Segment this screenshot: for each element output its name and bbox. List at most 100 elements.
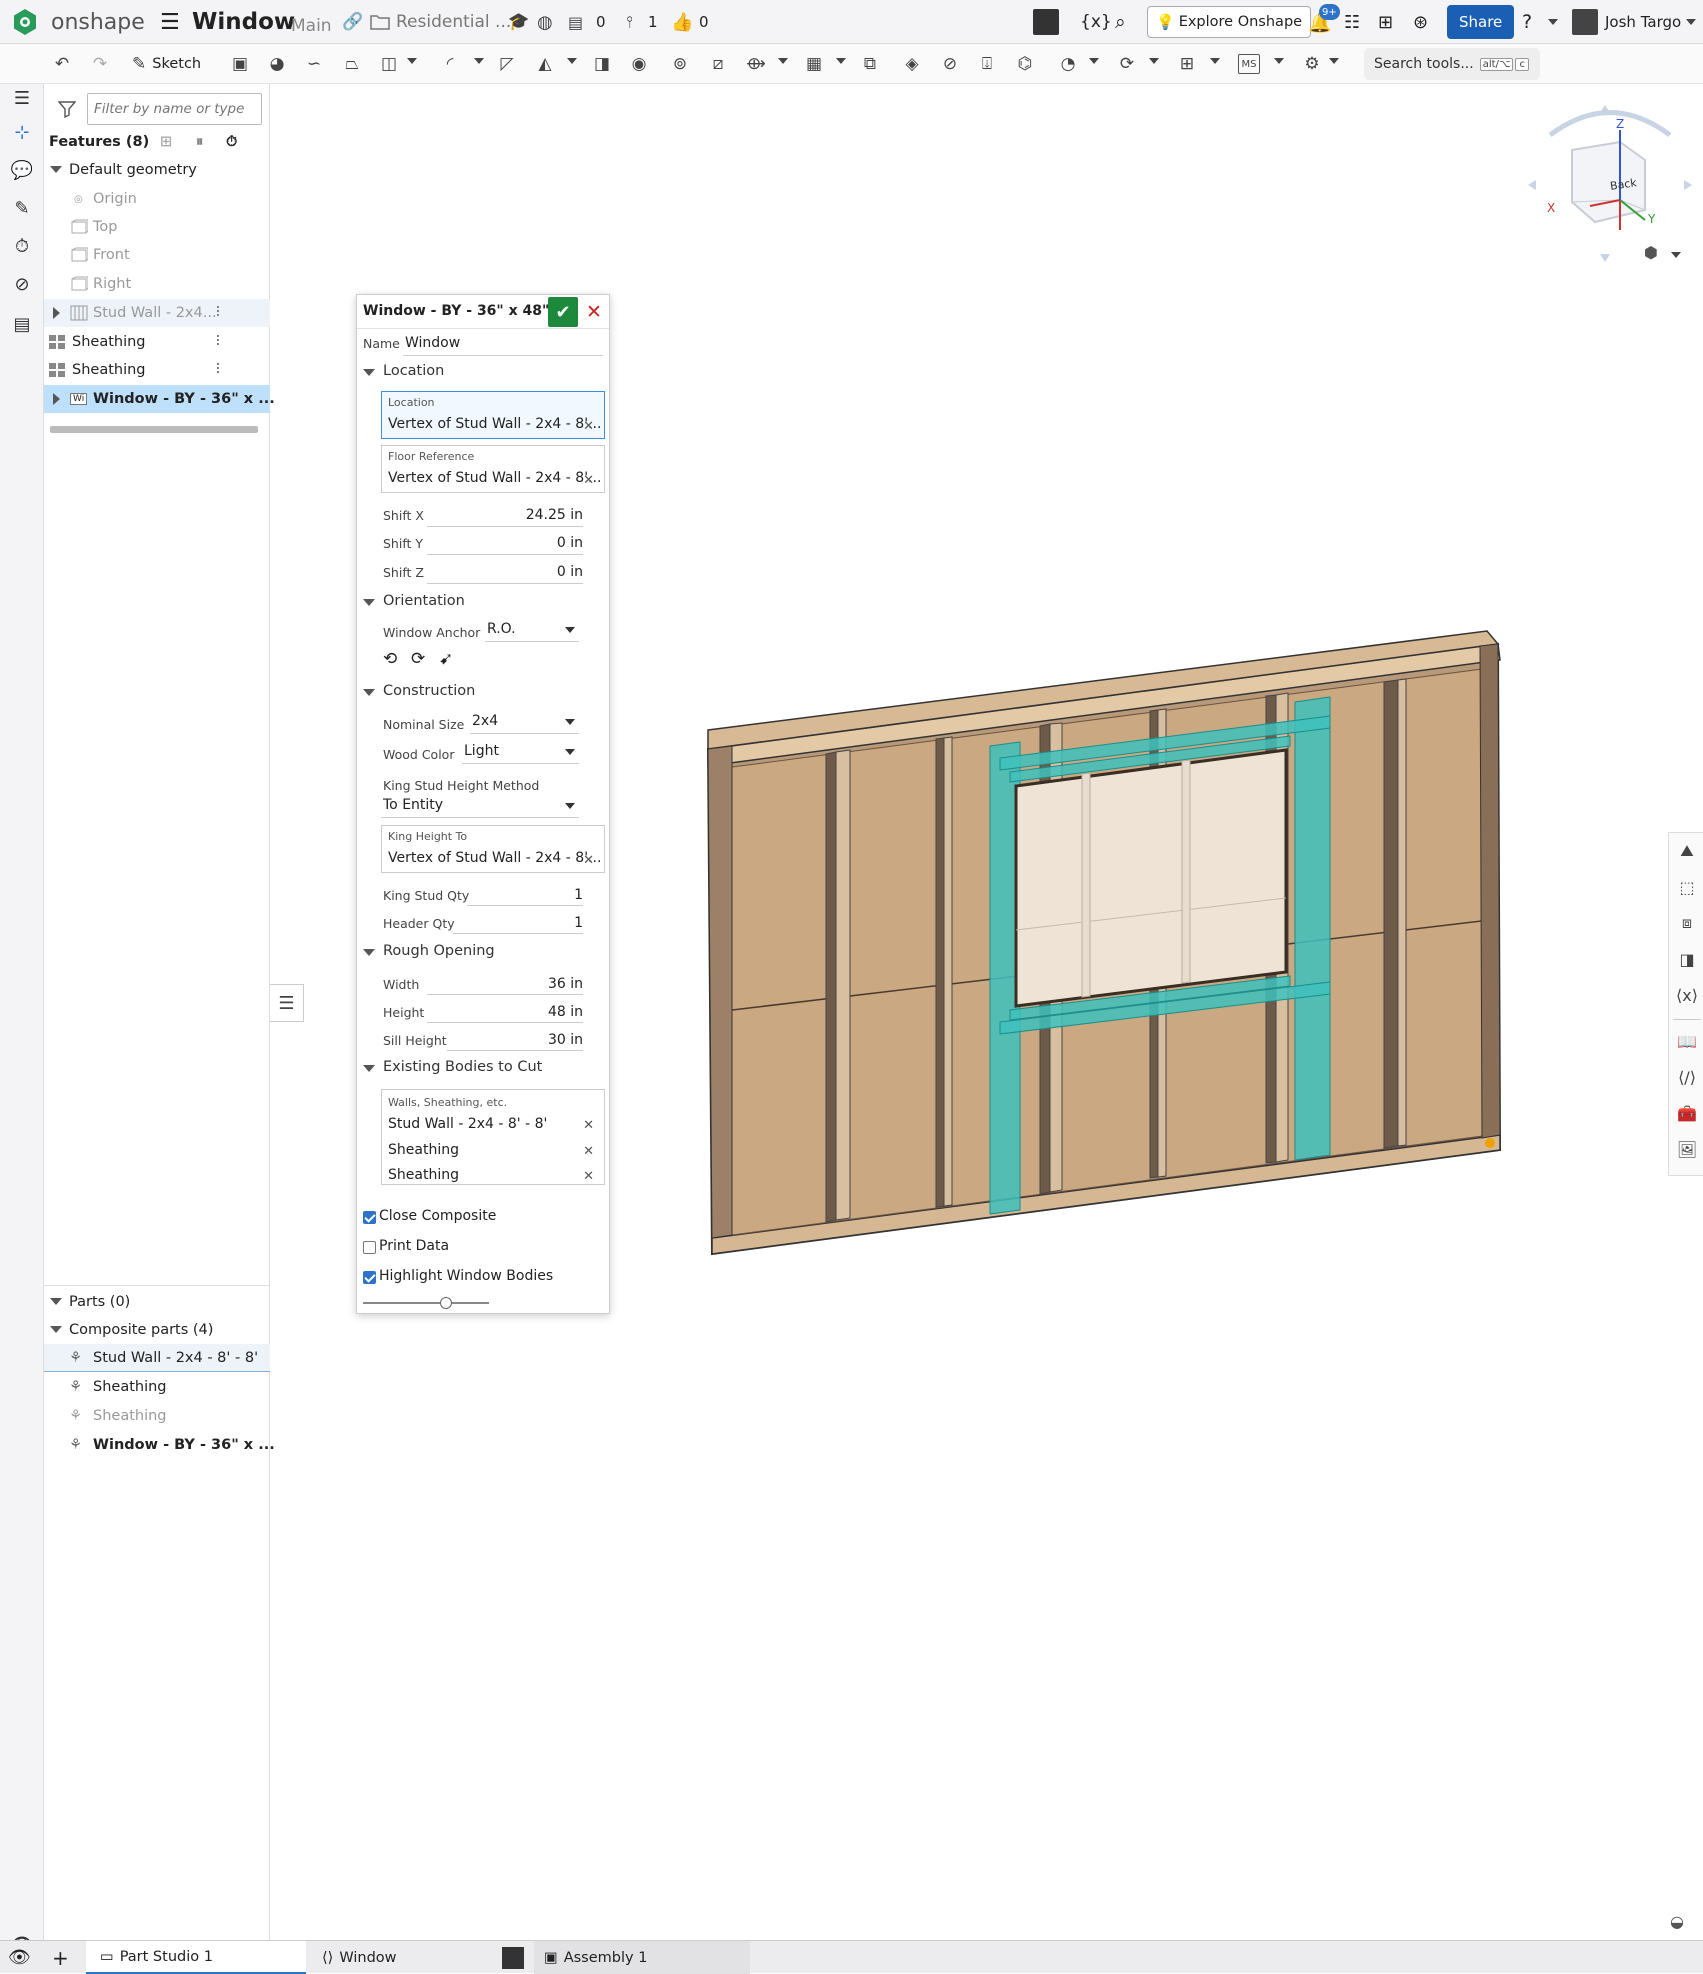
view-cube[interactable]: Back Z X Y	[1520, 100, 1700, 270]
mass-properties-icon[interactable]: ⧈	[1675, 911, 1699, 935]
expand-icon[interactable]	[53, 307, 60, 319]
plane-row[interactable]: Front	[44, 241, 270, 269]
query-item[interactable]: Sheathing	[388, 1167, 459, 1183]
branch-icon[interactable]: ⫯	[626, 0, 633, 44]
transform-icon[interactable]: ⟴	[744, 52, 768, 76]
print-data-checkbox[interactable]	[363, 1241, 376, 1254]
draft-icon[interactable]: ◭	[533, 52, 557, 76]
feature-row-sheathing[interactable]: Sheathing ⫶	[44, 328, 270, 356]
render-studio-icon[interactable]: 🖼	[1675, 1137, 1699, 1161]
education-icon[interactable]: 🎓	[508, 0, 529, 44]
view-options-cube-icon[interactable]: ⬢	[1644, 243, 1658, 262]
tab-assembly-1[interactable]: ▣ Assembly 1	[534, 1941, 750, 1974]
rotate-right-icon[interactable]	[1684, 180, 1692, 190]
suppress-dot-icon[interactable]: ⫶	[216, 305, 220, 321]
composite-part-row[interactable]: ⚘ Window - BY - 36" x ...	[44, 1431, 275, 1459]
remove-selection-icon[interactable]: ✕	[583, 853, 594, 868]
king-stud-qty-input[interactable]: 1	[574, 887, 583, 903]
surface-dropdown-icon[interactable]	[1089, 58, 1099, 64]
remove-selection-icon[interactable]: ✕	[583, 1118, 594, 1133]
window-anchor-select[interactable]: R.O.	[487, 621, 516, 637]
rough-opening-section-header[interactable]: Rough Opening	[357, 941, 609, 965]
transform-dropdown-icon[interactable]	[778, 58, 788, 64]
bom-icon[interactable]: ▤	[8, 310, 36, 338]
add-folder-icon[interactable]: ⊞	[160, 134, 172, 150]
suppress-dot-icon[interactable]: ⫶	[216, 334, 220, 350]
dropdown-chevron-icon[interactable]	[565, 803, 575, 809]
plane-row[interactable]: Top	[44, 213, 270, 241]
plane-icon[interactable]: ◈	[900, 52, 924, 76]
sheet-metal-icon[interactable]: ⌬	[1013, 52, 1037, 76]
link-icon[interactable]: 🔗	[342, 0, 363, 44]
feature-row-window[interactable]: Wi Window - BY - 36" x ...	[44, 385, 275, 413]
cancel-close-icon[interactable]: ✕	[582, 297, 606, 327]
plane-row[interactable]: Right	[44, 270, 270, 298]
sill-height-input[interactable]: 30 in	[548, 1032, 583, 1048]
explore-onshape-button[interactable]: 💡 Explore Onshape	[1147, 6, 1312, 38]
versions-icon[interactable]: ▤	[568, 0, 583, 44]
section-view-icon[interactable]: ◨	[1675, 947, 1699, 971]
composite-part-row[interactable]: ⚘ Sheathing	[44, 1373, 270, 1401]
feature-list-icon[interactable]: ☰	[8, 84, 36, 112]
add-tab-icon[interactable]: +	[52, 1941, 69, 1974]
king-height-query-box[interactable]: King Height To Vertex of Stud Wall - 2x4…	[381, 825, 605, 873]
boolean-icon[interactable]: ⊚	[668, 52, 692, 76]
composite-part-row[interactable]: ⚘ Sheathing	[44, 1402, 270, 1430]
split-icon[interactable]: ⧄	[706, 52, 730, 76]
collapse-icon[interactable]	[363, 949, 375, 956]
feature-row-stud-wall[interactable]: Stud Wall - 2x4... ⫶	[44, 299, 270, 327]
origin-row[interactable]: ◎ Origin	[44, 185, 270, 213]
measure-icon[interactable]: ⬚	[1675, 875, 1699, 899]
height-input[interactable]: 48 in	[548, 1004, 583, 1020]
query-item[interactable]: Stud Wall - 2x4 - 8' - 8'	[388, 1116, 547, 1132]
search-tools-button[interactable]: Search tools... alt/⌥ c	[1364, 48, 1540, 80]
search-icon[interactable]: ⌕	[1115, 0, 1126, 44]
custom-feature-icon[interactable]: ⚙	[1300, 52, 1324, 76]
fillet-icon[interactable]: ◜	[438, 52, 462, 76]
variables-icon[interactable]: {x}	[1080, 0, 1112, 44]
user-avatar[interactable]	[1572, 0, 1598, 44]
collapse-icon[interactable]	[50, 1298, 62, 1305]
collapse-icon[interactable]	[363, 599, 375, 606]
properties-icon[interactable]: ✎	[8, 194, 36, 222]
document-title[interactable]: Window	[192, 0, 295, 44]
onshape-logo[interactable]	[12, 0, 38, 44]
user-name[interactable]: Josh Targo	[1605, 0, 1681, 44]
folder-breadcrumb[interactable]: Residential ...	[396, 0, 511, 44]
collapse-icon[interactable]	[50, 1326, 62, 1333]
shift-x-input[interactable]: 24.25 in	[526, 507, 583, 523]
feature-row-sheathing[interactable]: Sheathing ⫶	[44, 356, 270, 384]
location-query-box[interactable]: Location Vertex of Stud Wall - 2x4 - 8'.…	[381, 391, 605, 439]
app-store-icon[interactable]: ⊞	[1378, 0, 1393, 44]
header-qty-input[interactable]: 1	[574, 915, 583, 931]
curve-icon[interactable]: ⟳	[1115, 52, 1139, 76]
remove-selection-icon[interactable]: ✕	[583, 1144, 594, 1159]
king-stud-method-select[interactable]: To Entity	[383, 797, 443, 813]
composite-part-row[interactable]: ⚘ Stud Wall - 2x4 - 8' - 8'	[44, 1344, 270, 1372]
help-icon[interactable]: ?	[1522, 0, 1532, 44]
revolve-icon[interactable]: ◕	[265, 52, 289, 76]
curve-dropdown-icon[interactable]	[1149, 58, 1159, 64]
loft-icon[interactable]: ⏢	[340, 52, 364, 76]
filter-icon[interactable]	[57, 100, 77, 119]
shell-icon[interactable]: ◨	[590, 52, 614, 76]
view-filter-icon[interactable]: 👁	[8, 1941, 31, 1974]
remove-selection-icon[interactable]: ✕	[583, 473, 594, 488]
model-stack-button[interactable]: MS	[1238, 54, 1260, 74]
close-composite-checkbox[interactable]	[363, 1211, 376, 1224]
user-thumbnail[interactable]	[1033, 0, 1059, 44]
name-input[interactable]: Window	[405, 335, 460, 351]
thicken-dropdown-icon[interactable]	[407, 58, 417, 64]
model-viewport[interactable]	[690, 630, 1520, 1570]
rendering-icon[interactable]: ⊛	[1413, 0, 1428, 44]
hole-icon[interactable]: ◉	[627, 52, 651, 76]
collapse-icon[interactable]	[363, 369, 375, 376]
floor-reference-query-box[interactable]: Floor Reference Vertex of Stud Wall - 2x…	[381, 445, 605, 493]
branch-name[interactable]: Main	[291, 4, 332, 48]
query-item[interactable]: Sheathing	[388, 1142, 459, 1158]
opacity-slider[interactable]	[363, 1302, 489, 1304]
dropdown-chevron-icon[interactable]	[565, 627, 575, 633]
shift-z-input[interactable]: 0 in	[557, 564, 583, 580]
feature-studio-icon[interactable]: ⟨/⟩	[1675, 1065, 1699, 1089]
collapse-icon[interactable]	[363, 1065, 375, 1072]
